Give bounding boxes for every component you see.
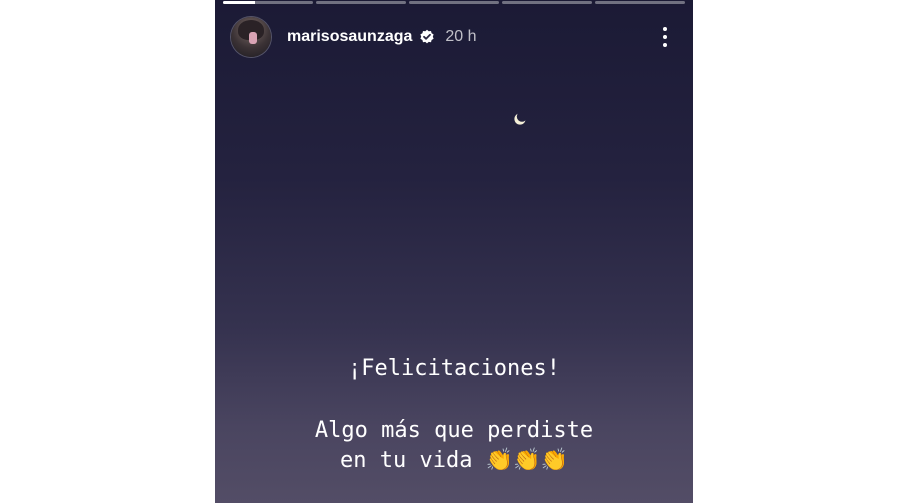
verified-badge-icon xyxy=(419,29,435,45)
caption-line: Algo más que perdiste xyxy=(314,418,594,443)
username[interactable]: marisosaunzaga xyxy=(287,28,412,46)
progress-segment xyxy=(223,1,313,4)
progress-segment xyxy=(316,1,406,4)
timestamp: 20 h xyxy=(445,28,477,45)
more-options-icon[interactable] xyxy=(653,22,677,52)
story-header: marisosaunzaga 20 h xyxy=(231,15,677,59)
clapping-hands-icon: 👏👏👏 xyxy=(485,448,568,473)
progress-segment xyxy=(409,1,499,4)
caption-heading: ¡Felicitaciones! xyxy=(348,356,560,381)
caption-text: en tu vida xyxy=(340,448,473,473)
progress-segment xyxy=(502,1,592,4)
avatar[interactable] xyxy=(231,17,271,57)
crescent-moon xyxy=(514,113,526,125)
story-viewer[interactable]: marisosaunzaga 20 h ¡Felicitaciones! Alg… xyxy=(215,0,693,503)
progress-segment xyxy=(595,1,685,4)
caption-line: en tu vida 👏👏👏 xyxy=(215,448,693,473)
story-progress-bar xyxy=(223,1,685,4)
